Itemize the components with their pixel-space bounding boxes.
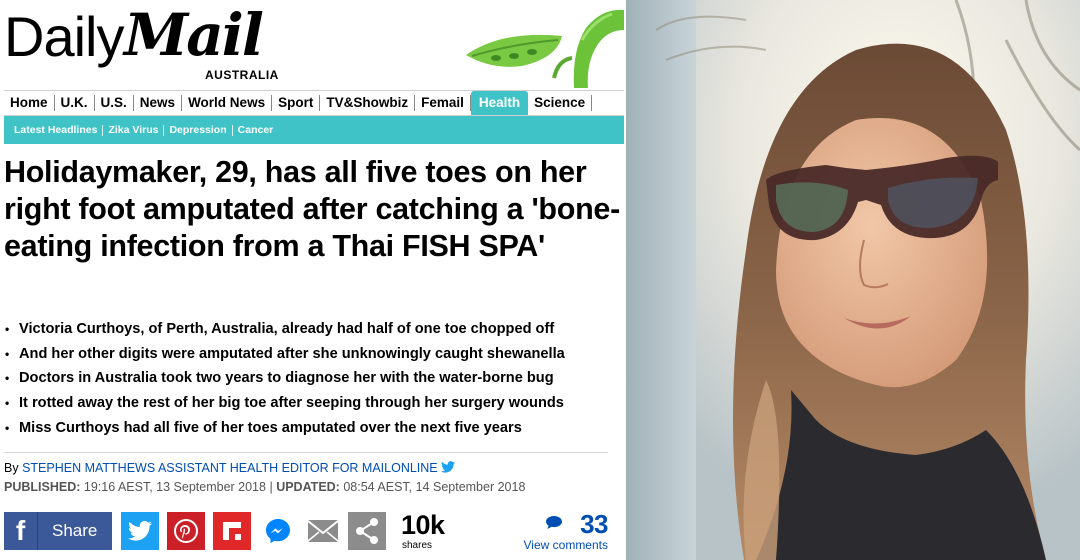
nav-item-uk[interactable]: U.K.	[55, 95, 95, 111]
article-headline: Holidaymaker, 29, has all five toes on h…	[4, 155, 620, 263]
nav-item-health[interactable]: Health	[470, 91, 529, 115]
edition-label: AUSTRALIA	[205, 68, 279, 82]
subnav-item-depression[interactable]: Depression	[164, 124, 233, 136]
nav-item-home[interactable]: Home	[4, 95, 55, 111]
facebook-share-label: Share	[52, 521, 98, 540]
messenger-share-button[interactable]	[259, 512, 297, 550]
byline-prefix: By	[4, 461, 19, 475]
subnav-item-latest-headlines[interactable]: Latest Headlines	[9, 124, 104, 136]
masthead: Daily Mail AUSTRALIA	[0, 0, 624, 88]
messenger-icon	[266, 519, 290, 543]
logo-mail-text[interactable]: Mail	[124, 0, 264, 70]
facebook-icon: f	[4, 512, 38, 550]
pinterest-share-button[interactable]	[167, 512, 205, 550]
main-nav: Home U.K. U.S. News World News Sport TV&…	[4, 90, 624, 116]
summary-bullet: Victoria Curthoys, of Perth, Australia, …	[4, 317, 620, 342]
byline-divider	[4, 452, 608, 453]
summary-bullet: Doctors in Australia took two years to d…	[4, 366, 620, 391]
nav-item-world-news[interactable]: World News	[182, 95, 273, 111]
comments-count[interactable]: 33	[580, 509, 608, 540]
published-value: 19:16 AEST, 13 September 2018	[83, 480, 266, 494]
nav-item-tv-showbiz[interactable]: TV&Showbiz	[320, 95, 416, 111]
published-label: PUBLISHED:	[4, 480, 81, 494]
publish-info: PUBLISHED: 19:16 AEST, 13 September 2018…	[4, 479, 525, 495]
updated-label: UPDATED:	[276, 480, 340, 494]
comment-bubble-icon[interactable]	[546, 516, 562, 529]
updated-value: 08:54 AEST, 14 September 2018	[343, 480, 526, 494]
twitter-icon	[128, 521, 152, 541]
nav-item-femail[interactable]: Femail	[415, 95, 471, 111]
share-icon	[348, 512, 386, 550]
article-summary-bullets: Victoria Curthoys, of Perth, Australia, …	[4, 317, 620, 441]
facebook-share-button[interactable]: f Share	[4, 512, 112, 550]
summary-bullet: And her other digits were amputated afte…	[4, 342, 620, 367]
email-icon	[307, 520, 339, 542]
nav-item-news[interactable]: News	[134, 95, 183, 111]
view-comments-link[interactable]: View comments	[524, 538, 608, 552]
email-share-button[interactable]	[304, 512, 342, 550]
nav-item-science[interactable]: Science	[528, 95, 593, 111]
subnav-item-zika-virus[interactable]: Zika Virus	[103, 124, 165, 136]
share-count: 10k	[401, 510, 445, 540]
health-subnav: Latest Headlines Zika Virus Depression C…	[4, 116, 624, 144]
summary-bullet: Miss Curthoys had all five of her toes a…	[4, 416, 620, 441]
more-share-button[interactable]	[348, 512, 386, 550]
nav-item-sport[interactable]: Sport	[272, 95, 321, 111]
article-photo[interactable]	[626, 0, 1080, 560]
twitter-bird-icon[interactable]	[440, 461, 455, 473]
byline: By STEPHEN MATTHEWS ASSISTANT HEALTH EDI…	[4, 460, 455, 476]
author-link[interactable]: STEPHEN MATTHEWS ASSISTANT HEALTH EDITOR…	[22, 461, 438, 475]
subnav-item-cancer[interactable]: Cancer	[233, 124, 279, 136]
leaf-decoration-icon	[466, 9, 624, 88]
share-bar: f Share 10k shares 33 View comments	[4, 509, 620, 552]
summary-bullet: It rotted away the rest of her big toe a…	[4, 391, 620, 416]
flipboard-icon	[223, 522, 241, 540]
article-panel: Daily Mail AUSTRALIA Home U.K. U.S. News…	[0, 0, 624, 560]
pinterest-icon	[174, 519, 198, 543]
nav-item-us[interactable]: U.S.	[95, 95, 134, 111]
separator: |	[269, 480, 273, 494]
twitter-share-button[interactable]	[121, 512, 159, 550]
share-count-label: shares	[402, 540, 433, 551]
logo-daily-text[interactable]: Daily	[4, 2, 124, 72]
flipboard-share-button[interactable]	[213, 512, 251, 550]
